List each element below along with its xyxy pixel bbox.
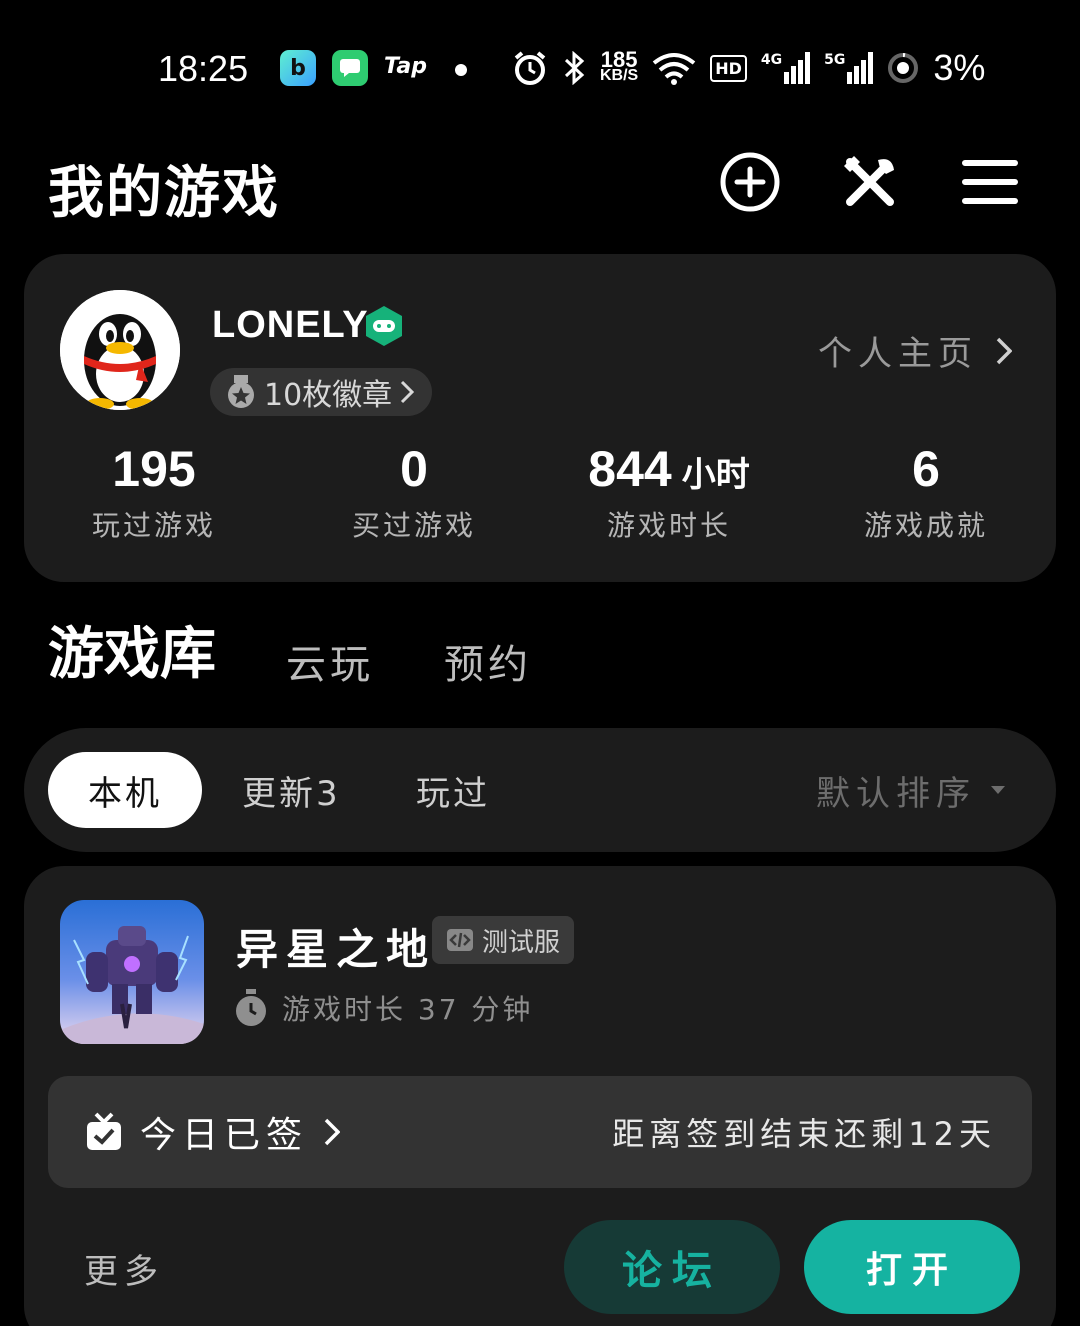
network-speed: 185 KB/S (600, 47, 639, 84)
stat-value: 844 小时 (588, 441, 750, 497)
sort-dropdown[interactable]: 默认排序 (816, 752, 1006, 828)
checkin-bar[interactable]: 今日已签 距离签到结束还剩12天 (48, 1076, 1032, 1188)
hd-icon: HD (710, 54, 747, 82)
signal-4g-icon: 4G (761, 52, 811, 84)
notification-dot-icon (455, 64, 467, 76)
caret-down-icon (991, 786, 1005, 794)
profile-home-label: 个人主页 (818, 334, 978, 374)
test-server-badge: 测试服 (432, 916, 575, 964)
battery-icon (888, 53, 919, 83)
chevron-right-icon (324, 1118, 341, 1146)
status-time: 18:25 (158, 48, 249, 89)
more-link[interactable]: 更多 (84, 1244, 164, 1293)
checkin-remaining: 距离签到结束还剩12天 (612, 1115, 996, 1153)
tools-button[interactable] (838, 150, 902, 214)
profile-card: LONELY 10枚徽章 个人主页 195 玩过游戏 0 买过游戏 844 小时 … (24, 254, 1056, 582)
chevron-right-icon (401, 380, 415, 404)
wifi-icon (652, 53, 696, 85)
badges-label: 10枚徽章 (264, 378, 393, 413)
checkin-status-label: 今日已签 (140, 1115, 309, 1156)
open-button[interactable]: 打开 (804, 1220, 1020, 1314)
forum-button[interactable]: 论坛 (564, 1220, 780, 1314)
chevron-right-icon (996, 337, 1012, 364)
penguin-avatar-icon (60, 290, 180, 410)
stat-value: 195 (112, 441, 196, 497)
tab-cloud-play[interactable]: 云玩 (286, 632, 374, 690)
game-art-icon (60, 900, 204, 1044)
stopwatch-icon (236, 989, 266, 1026)
game-card: 异星之地 测试服 游戏时长 37 分钟 今日已签 距离签到结束还剩12天 更多 … (24, 866, 1056, 1326)
tab-library[interactable]: 游戏库 (46, 609, 218, 690)
bluetooth-icon (564, 51, 585, 85)
tap-app-icon: Tap (384, 54, 427, 79)
medal-icon (228, 375, 254, 408)
b-app-icon: b (280, 50, 316, 86)
stat-unit: 小时 (681, 456, 750, 494)
status-icons: 185 KB/S HD 4G 5G 3% (512, 47, 986, 88)
game-verified-icon (362, 304, 406, 348)
sort-label: 默认排序 (816, 773, 976, 814)
playtime-label: 游戏时长 37 分钟 (282, 993, 534, 1026)
plus-circle-icon (720, 152, 780, 212)
filter-local[interactable]: 本机 (48, 752, 202, 828)
stat-bought[interactable]: 0 买过游戏 (334, 440, 494, 544)
stat-label: 游戏时长 (606, 509, 731, 542)
status-bar: 18:25 b Tap 185 KB/S HD 4G 5G 3% (0, 0, 1080, 140)
code-icon (447, 929, 473, 951)
stat-label: 买过游戏 (351, 509, 476, 542)
stat-playtime[interactable]: 844 小时 游戏时长 (564, 440, 774, 544)
stat-played[interactable]: 195 玩过游戏 (74, 440, 234, 544)
message-app-icon (332, 50, 368, 86)
gift-check-icon (87, 1112, 121, 1150)
badges-button[interactable]: 10枚徽章 (210, 368, 433, 416)
stat-label: 玩过游戏 (91, 509, 216, 542)
game-name: 异星之地 (236, 925, 437, 974)
stat-label: 游戏成就 (863, 509, 988, 542)
main-tabs: 游戏库 云玩 预约 (46, 620, 602, 690)
battery-percent: 3% (933, 47, 986, 88)
tools-icon (844, 156, 894, 206)
tab-reservations[interactable]: 预约 (444, 632, 532, 690)
username: LONELY (212, 304, 369, 346)
test-server-label: 测试服 (482, 927, 561, 958)
avatar[interactable] (60, 290, 180, 410)
filter-updates[interactable]: 更新3 (242, 752, 341, 828)
game-playtime: 游戏时长 37 分钟 (234, 988, 533, 1028)
checkin-status[interactable]: 今日已签 (84, 1076, 341, 1188)
add-button[interactable] (718, 150, 782, 214)
page-title: 我的游戏 (48, 161, 280, 226)
menu-button[interactable] (958, 150, 1022, 214)
alarm-icon (514, 51, 546, 85)
signal-5g-icon: 5G (824, 52, 874, 84)
stat-value: 0 (400, 441, 428, 497)
filter-bar: 本机 更新3 玩过 默认排序 (24, 728, 1056, 852)
game-icon[interactable] (60, 900, 204, 1044)
hamburger-icon (962, 160, 1018, 204)
stat-value: 6 (912, 441, 940, 497)
profile-home-link[interactable]: 个人主页 (818, 326, 1012, 375)
stat-achievements[interactable]: 6 游戏成就 (846, 440, 1006, 544)
filter-played[interactable]: 玩过 (416, 752, 490, 828)
